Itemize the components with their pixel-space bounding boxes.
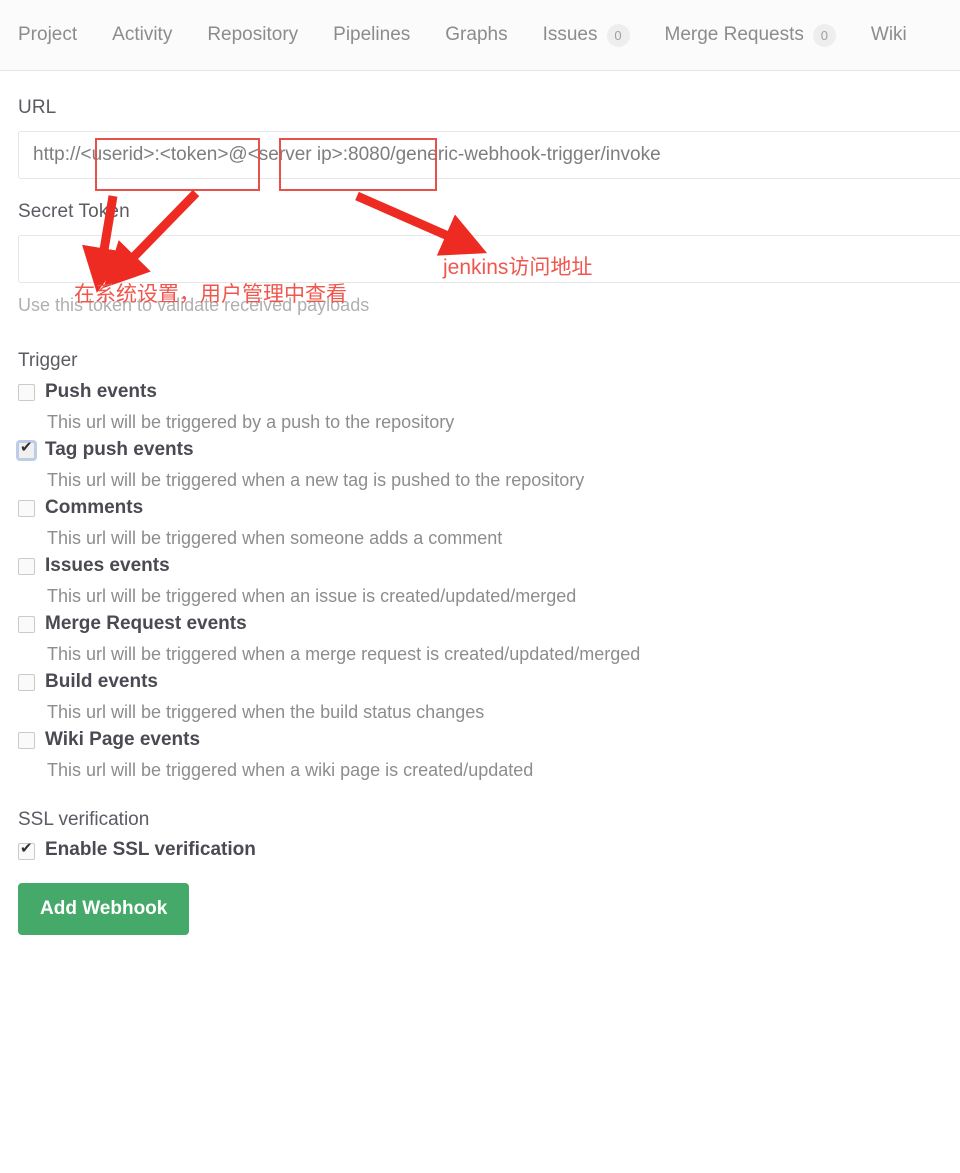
secret-token-label: Secret Token	[18, 201, 130, 222]
trigger-description: This url will be triggered when a merge …	[47, 644, 641, 664]
secret-token-help: Use this token to validate received payl…	[18, 295, 370, 315]
tab-wiki-label: Wiki	[870, 24, 907, 45]
ssl-section-title: SSL verification	[18, 808, 150, 830]
tab-repository-label: Repository	[207, 24, 299, 45]
trigger-label: Merge Request events	[45, 613, 247, 635]
sidebar-item-activity[interactable]: Activity	[112, 24, 172, 46]
trigger-description: This url will be triggered by a push to …	[47, 411, 455, 432]
tab-activity-label: Activity	[112, 24, 173, 45]
checkbox-issues-events[interactable]	[18, 558, 35, 576]
ssl-checkbox-label: Enable SSL verification	[45, 838, 256, 860]
trigger-row: Tag push events This url will be trigger…	[18, 438, 960, 492]
sidebar-item-project[interactable]: Project	[18, 24, 77, 46]
trigger-description: This url will be triggered when a wiki p…	[47, 760, 534, 781]
tab-project-label: Project	[18, 24, 78, 45]
trigger-description: This url will be triggered when the buil…	[47, 702, 485, 723]
tab-pipelines-label: Pipelines	[333, 24, 411, 45]
tab-graphs-label: Graphs	[445, 24, 508, 45]
trigger-label: Comments	[45, 497, 144, 519]
secret-token-input[interactable]	[18, 235, 960, 283]
checkbox-wiki-page-events[interactable]	[18, 732, 35, 750]
trigger-row: Merge Request events This url will be tr…	[18, 612, 960, 666]
trigger-label: Wiki Page events	[45, 729, 201, 751]
checkbox-merge-request-events[interactable]	[18, 616, 35, 634]
tab-issues-label: Issues	[542, 24, 598, 45]
sidebar-item-repository[interactable]: Repository	[207, 24, 298, 46]
ssl-verification-row: Enable SSL verification	[18, 839, 960, 861]
checkbox-tag-push-events[interactable]	[18, 439, 35, 460]
sidebar-item-pipelines[interactable]: Pipelines	[333, 24, 410, 46]
checkbox-comments[interactable]	[18, 500, 35, 518]
checkbox-build-events[interactable]	[18, 674, 35, 692]
merge-requests-count-badge: 0	[812, 23, 836, 47]
sidebar-item-wiki[interactable]: Wiki	[871, 24, 907, 46]
trigger-label: Tag push events	[45, 439, 194, 461]
sidebar-item-merge-requests[interactable]: Merge Requests 0	[664, 23, 836, 47]
issues-count-badge: 0	[606, 23, 630, 47]
trigger-row: Push events This url will be triggered b…	[18, 380, 960, 434]
trigger-section-title: Trigger	[18, 350, 78, 371]
trigger-description: This url will be triggered when a new ta…	[47, 469, 585, 490]
webhook-form: URL Secret Token Use this token to valid…	[0, 71, 960, 935]
trigger-label: Issues events	[45, 555, 170, 577]
trigger-row: Build events This url will be triggered …	[18, 670, 960, 724]
url-label: URL	[18, 97, 57, 118]
trigger-description: This url will be triggered when someone …	[47, 527, 503, 548]
trigger-row: Issues events This url will be triggered…	[18, 554, 960, 608]
add-webhook-button[interactable]: Add Webhook	[18, 882, 190, 935]
trigger-row: Wiki Page events This url will be trigge…	[18, 728, 960, 782]
tab-merge-requests-label: Merge Requests	[664, 24, 804, 45]
trigger-row: Comments This url will be triggered when…	[18, 496, 960, 550]
checkbox-enable-ssl-verification[interactable]	[18, 840, 35, 860]
trigger-description: This url will be triggered when an issue…	[47, 585, 577, 606]
sidebar-item-graphs[interactable]: Graphs	[445, 24, 507, 46]
checkbox-push-events[interactable]	[18, 384, 35, 401]
trigger-label: Push events	[45, 381, 157, 402]
url-input[interactable]	[18, 131, 960, 179]
project-nav: Project Activity Repository Pipelines Gr…	[0, 0, 960, 71]
sidebar-item-issues[interactable]: Issues 0	[542, 23, 630, 47]
trigger-label: Build events	[45, 671, 158, 693]
